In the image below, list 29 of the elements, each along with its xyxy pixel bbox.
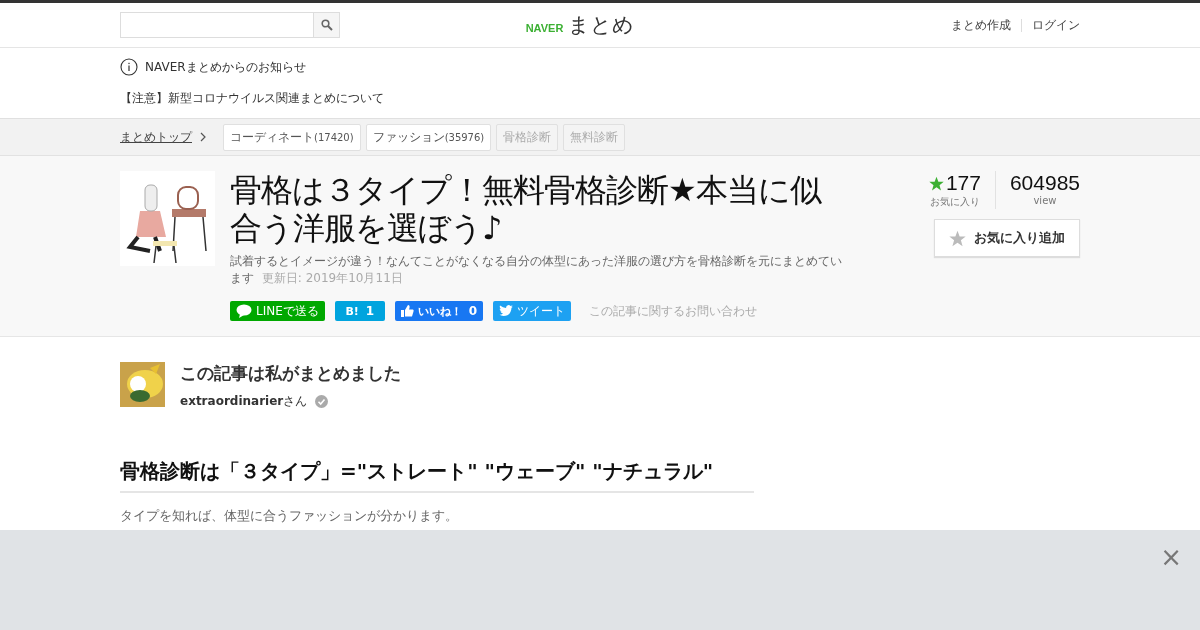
star-icon <box>949 229 966 247</box>
notice-link[interactable]: 【注意】新型コロナウイルス関連まとめについて <box>120 90 1080 107</box>
tag[interactable]: コーディネート(17420) <box>223 123 361 151</box>
author-name[interactable]: extraordinarierさん <box>180 393 308 410</box>
bird-icon <box>499 305 514 317</box>
share-button[interactable]: いいね！ 0 <box>394 301 484 321</box>
header-link[interactable]: まとめ作成 <box>951 16 1011 34</box>
tag[interactable]: ファッション(35976) <box>365 123 492 151</box>
search-icon[interactable] <box>320 19 333 31</box>
section-text: タイプを知れば、体型に合うファッションが分かります。 <box>120 507 459 525</box>
header-link[interactable]: ログイン <box>1032 16 1080 34</box>
favorite-count: 177 <box>945 171 981 195</box>
breadcrumb-link[interactable]: まとめトップ <box>120 128 192 146</box>
view-label: view <box>1032 195 1058 206</box>
favorite-label: お気に入り <box>928 195 981 209</box>
favorite-button[interactable]: お気に入り追加 <box>934 219 1080 257</box>
chevron-icon <box>200 132 206 142</box>
info-icon <box>120 58 138 76</box>
article-description: 試着するとイメージが違う！なんてことがなくなる自分の体型にあった洋服の選び方を骨格診断を元にまとめています 更新日: 2019年10月11日 <box>230 253 843 287</box>
notice-title: NAVERまとめからのお知らせ <box>145 58 306 76</box>
star-icon <box>928 175 944 191</box>
thumbs-up-icon <box>400 305 414 317</box>
article-title: 骨格は３タイプ！無料骨格診断★本当に似合う洋服を選ぼう♪ <box>230 171 823 247</box>
section-heading: 骨格診断は「３タイプ」="ストレート" "ウェーブ" "ナチュラル" <box>120 458 754 493</box>
logo-name[interactable]: まとめ <box>568 11 635 39</box>
search-field[interactable] <box>120 12 340 38</box>
view-count: 604985 <box>1009 171 1080 195</box>
speech-bubble-icon <box>236 304 252 318</box>
author-heading: この記事は私がまとめました <box>180 362 401 385</box>
